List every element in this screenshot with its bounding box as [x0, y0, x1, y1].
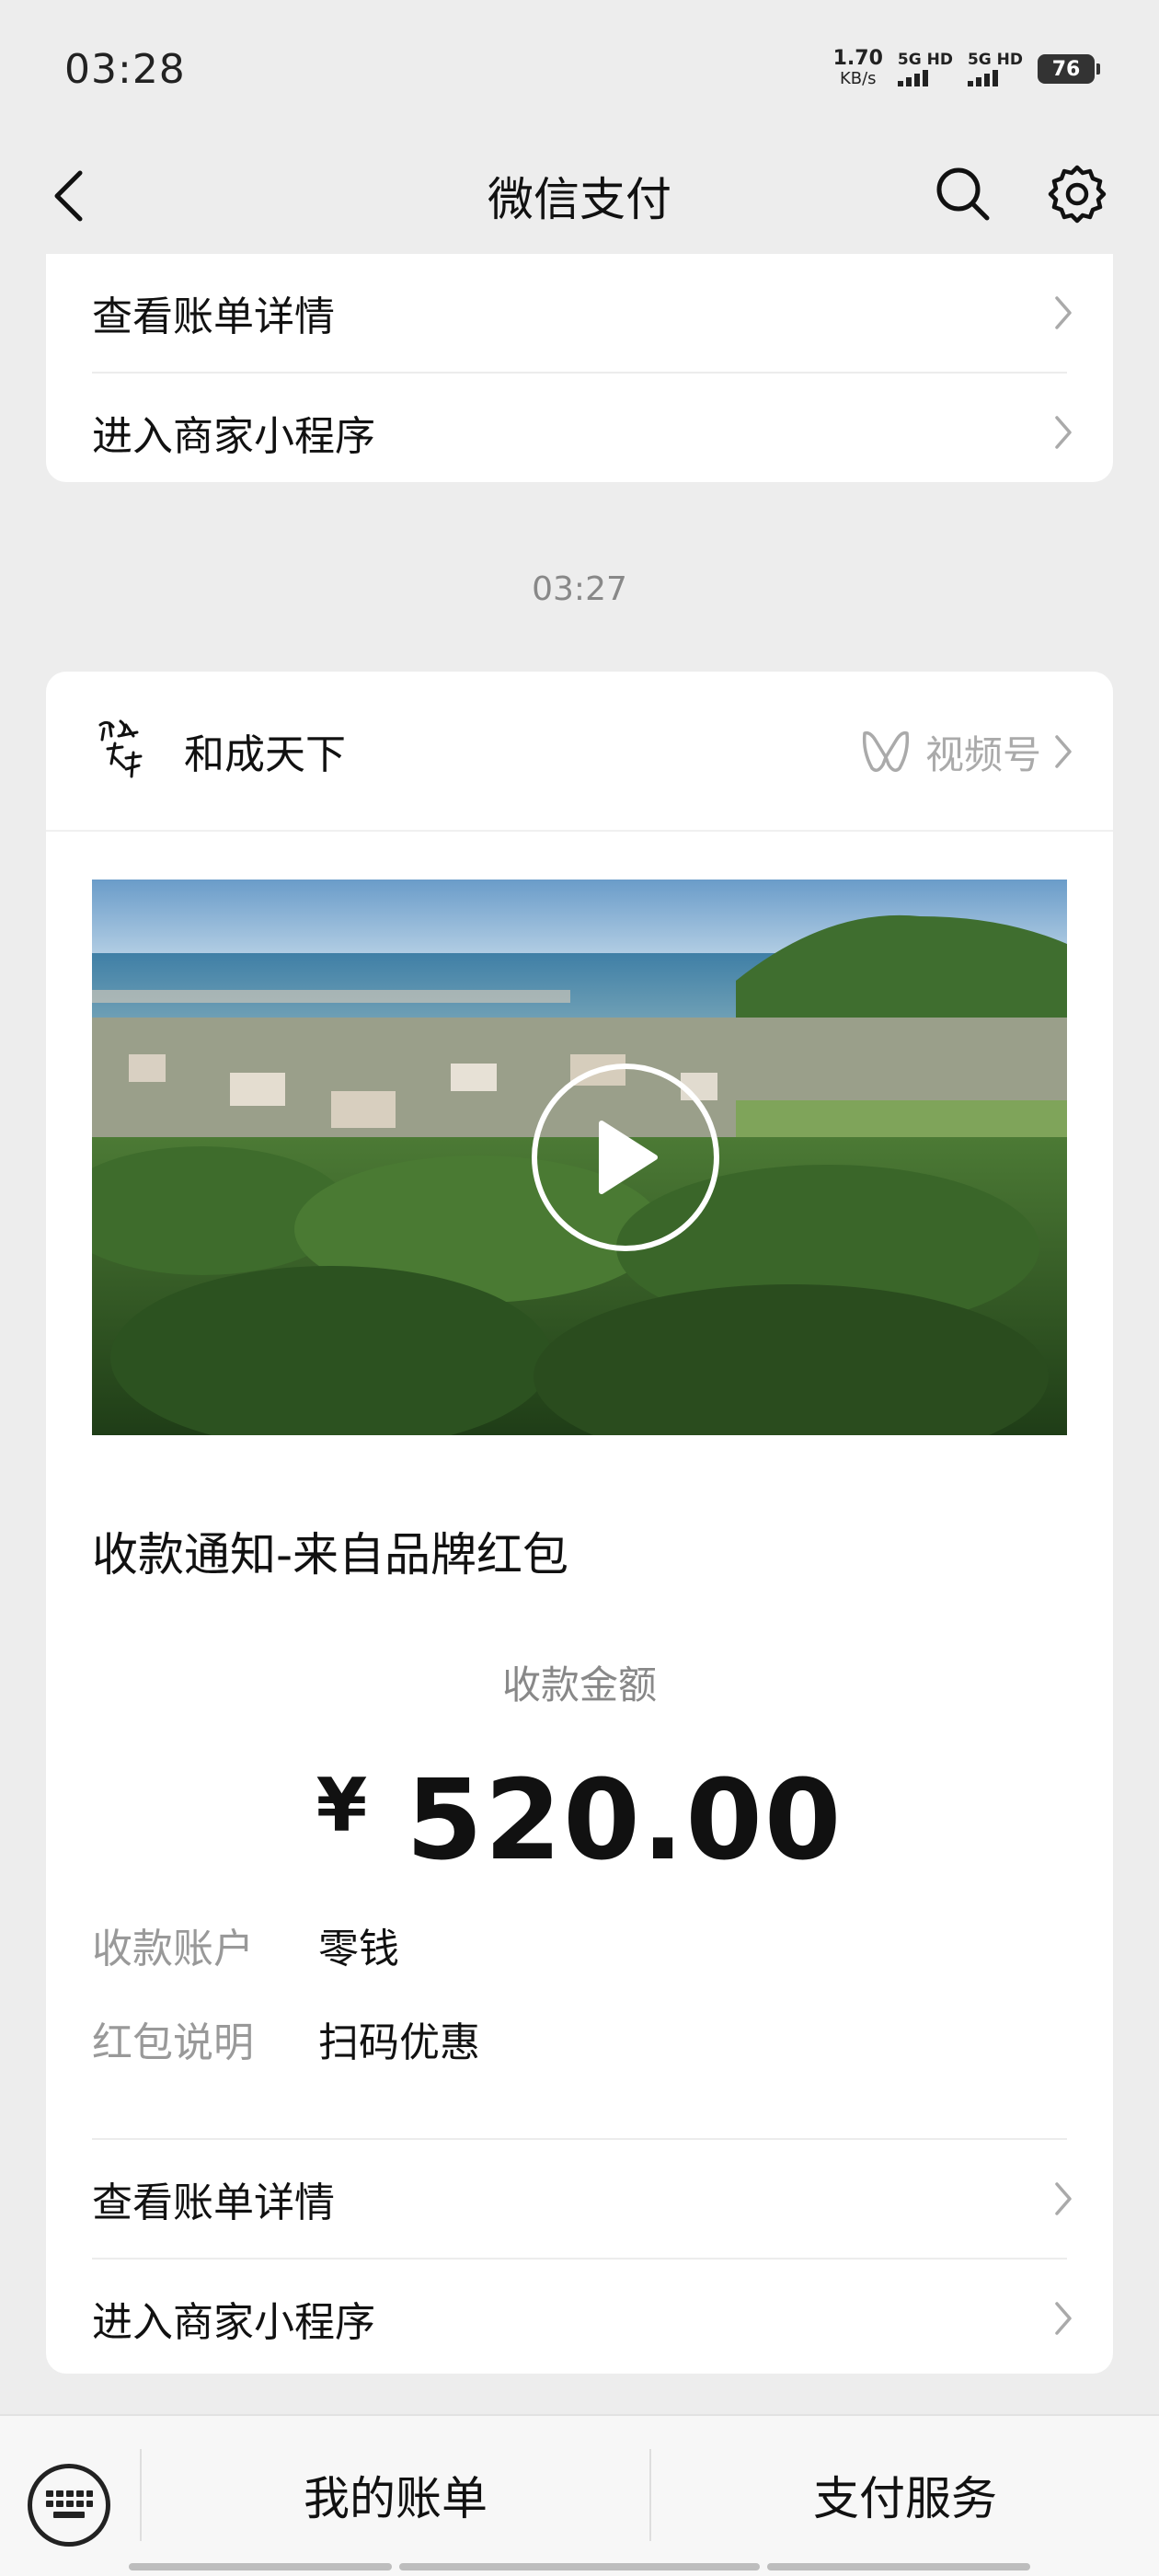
- enter-mini-program-link[interactable]: 进入商家小程序: [46, 2260, 1113, 2374]
- field-key: 收款账户: [92, 1926, 254, 1972]
- link-label: 进入商家小程序: [92, 413, 375, 460]
- search-icon: [936, 167, 990, 221]
- chevron-right-icon: [1055, 2302, 1072, 2335]
- field-receiving-account: 收款账户 零钱: [92, 1915, 399, 1974]
- chevron-right-icon: [1055, 2182, 1072, 2215]
- keyboard-toggle-button[interactable]: [28, 2464, 110, 2547]
- chevron-right-icon: [1055, 296, 1072, 329]
- gesture-bar: [129, 2563, 392, 2570]
- nav-header: 微信支付: [0, 138, 1159, 254]
- signal-sim1-icon: 5G HD: [897, 51, 953, 86]
- play-button[interactable]: [532, 1064, 719, 1251]
- source-name: 和成天下: [184, 731, 346, 778]
- message-timestamp: 03:27: [532, 570, 627, 608]
- currency-symbol: ¥: [316, 1763, 370, 1848]
- sim2-label: 5G HD: [967, 51, 1023, 69]
- field-red-packet-note: 红包说明 扫码优惠: [92, 2009, 480, 2068]
- field-value: 扫码优惠: [318, 2019, 480, 2066]
- keyboard-icon: [46, 2490, 93, 2518]
- status-time: 03:28: [64, 45, 186, 93]
- sim1-label: 5G HD: [897, 51, 953, 69]
- network-speed: 1.70 KB/s: [833, 49, 883, 89]
- amount-display: ¥520.00: [46, 1757, 1113, 1885]
- network-speed-unit: KB/s: [839, 69, 877, 88]
- link-label: 进入商家小程序: [92, 2299, 375, 2346]
- amount-label: 收款金额: [501, 1662, 657, 1708]
- gear-icon: [1048, 165, 1107, 224]
- my-bills-button[interactable]: 我的账单: [142, 2449, 649, 2541]
- battery-level: 76: [1051, 57, 1081, 81]
- channels-icon: [862, 730, 910, 772]
- my-bills-label: 我的账单: [304, 2472, 488, 2525]
- channels-link[interactable]: 视频号: [859, 672, 1073, 832]
- page-title: 微信支付: [488, 173, 671, 226]
- pay-service-button[interactable]: 支付服务: [651, 2449, 1159, 2541]
- gesture-bar: [399, 2563, 760, 2570]
- status-bar: 03:28 1.70 KB/s 5G HD 5G HD 76: [0, 0, 1159, 138]
- chevron-right-icon: [1055, 416, 1072, 449]
- battery-icon: 76: [1038, 54, 1100, 84]
- previous-message-card: 查看账单详情 进入商家小程序: [46, 254, 1113, 482]
- brand-logo: [92, 714, 156, 788]
- link-label: 查看账单详情: [92, 293, 335, 340]
- search-button[interactable]: [931, 162, 995, 226]
- play-icon: [599, 1121, 658, 1194]
- payment-notification-card: 和成天下 视频号 收款通知-来自品牌红包 收款金额 ¥ 520.00 收款账户 …: [46, 672, 1113, 2374]
- enter-mini-program-link[interactable]: 进入商家小程序: [46, 374, 1113, 482]
- message-links: 查看账单详情 进入商家小程序: [46, 2138, 1113, 2374]
- chevron-right-icon: [1055, 735, 1072, 768]
- field-key: 红包说明: [92, 2019, 254, 2066]
- video-thumbnail[interactable]: [92, 880, 1067, 1435]
- bottom-menu-bar: 我的账单 支付服务: [0, 2414, 1159, 2576]
- network-speed-value: 1.70: [832, 47, 883, 70]
- view-bill-details-link[interactable]: 查看账单详情: [46, 2140, 1113, 2258]
- pay-service-label: 支付服务: [813, 2472, 997, 2525]
- view-bill-details-link[interactable]: 查看账单详情: [46, 254, 1113, 372]
- chevron-left-icon: [54, 170, 83, 222]
- link-label: 查看账单详情: [92, 2179, 335, 2226]
- amount-value: 520.00: [406, 1757, 843, 1885]
- gesture-bar: [767, 2563, 1030, 2570]
- notice-title: 收款通知-来自品牌红包: [92, 1528, 569, 1581]
- channels-label: 视频号: [924, 731, 1041, 777]
- signal-sim2-icon: 5G HD: [967, 51, 1023, 86]
- source-row[interactable]: 和成天下 视频号: [46, 672, 1113, 832]
- status-icons: 1.70 KB/s 5G HD 5G HD 76: [833, 49, 1100, 89]
- field-value: 零钱: [318, 1926, 399, 1972]
- settings-button[interactable]: [1045, 162, 1109, 226]
- back-button[interactable]: [40, 166, 96, 226]
